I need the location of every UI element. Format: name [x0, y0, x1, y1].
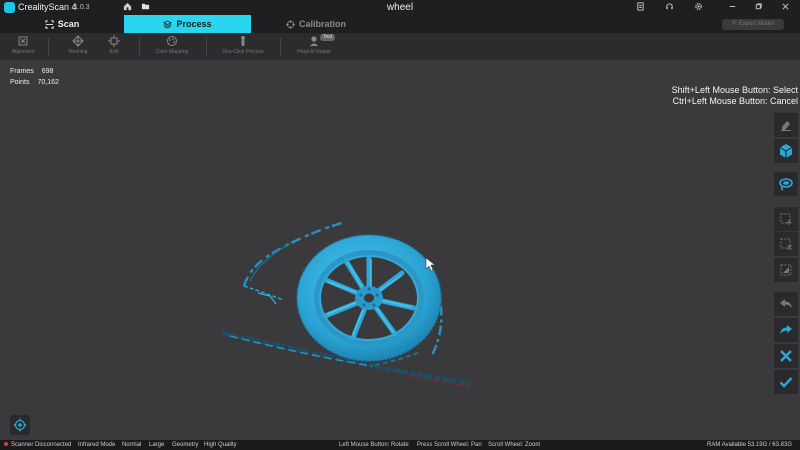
quality-mode: High Quality: [204, 442, 237, 448]
alignment-button[interactable]: Alignment: [8, 35, 38, 60]
meshing-label: Meshing: [68, 49, 88, 55]
select-hint: Shift+Left Mouse Button: Select: [671, 85, 798, 95]
zoom-hint: Scroll Wheel: Zoom: [488, 442, 541, 448]
frames-value: 698: [41, 68, 54, 75]
rotate-hint: Left Mouse Button: Rotate: [339, 442, 409, 448]
mode-bar: Scan Process Calibration ⇱ Export Model: [0, 15, 800, 33]
pan-hint: Press Scroll Wheel: Pan: [417, 442, 482, 448]
scanner-status-label: Scanner Disconnected: [11, 442, 72, 448]
edit-icon: [102, 35, 126, 49]
home-icon[interactable]: [122, 2, 133, 13]
status-bar: Scanner Disconnected Infrared Mode Norma…: [0, 440, 800, 450]
remove-selection-button[interactable]: [774, 232, 798, 256]
palette-icon: [152, 35, 192, 49]
close-icon: [780, 350, 792, 362]
head-ai-repair-label: Head AI Repair: [297, 49, 331, 55]
test-badge: Test: [320, 34, 336, 41]
wheel-point-cloud: [221, 220, 471, 387]
head-ai-repair-button[interactable]: Test Head AI Repair: [294, 34, 336, 60]
select-add-icon: [780, 213, 792, 225]
app-name: CrealityScan 4: [18, 2, 77, 12]
check-icon: [779, 377, 793, 388]
tab-calibration-label: Calibration: [298, 19, 346, 29]
tab-scan[interactable]: Scan: [0, 15, 124, 33]
gear-icon[interactable]: [693, 2, 704, 13]
export-model-button[interactable]: ⇱ Export Model: [722, 19, 784, 30]
color-mapping-label: Color Mapping: [155, 49, 189, 55]
export-model-label: Export Model: [738, 21, 775, 27]
alignment-label: Alignment: [11, 49, 35, 55]
locate-button[interactable]: [10, 415, 30, 435]
points-label: Points: [10, 79, 30, 86]
edit-button[interactable]: Edit: [102, 35, 126, 60]
close-icon[interactable]: [780, 2, 791, 13]
toolbar-divider: [280, 38, 281, 56]
scanner-status: Scanner Disconnected: [4, 440, 71, 450]
lasso-select-button[interactable]: [774, 172, 798, 196]
one-click-process-label: One-Click Process: [222, 49, 264, 55]
frames-label: Frames: [10, 68, 34, 75]
headset-icon[interactable]: [664, 2, 675, 13]
confirm-button[interactable]: [774, 370, 798, 394]
process-icon: [163, 20, 173, 29]
edit-label: Edit: [109, 49, 119, 55]
window-title: wheel: [386, 2, 414, 13]
crosshair-icon: [285, 20, 295, 29]
toolbar-divider: [139, 38, 140, 56]
undo-icon: [780, 299, 792, 308]
alignment-icon: [8, 35, 38, 49]
3d-viewport[interactable]: [0, 60, 800, 440]
app-logo: [4, 2, 15, 13]
one-click-process-button[interactable]: One-Click Process: [220, 35, 266, 60]
undo-button[interactable]: [774, 292, 798, 316]
app-version: 1.0.3: [74, 4, 90, 11]
size-large: Large: [149, 442, 165, 448]
select-remove-icon: [780, 238, 792, 250]
disconnected-dot-icon: [4, 442, 8, 446]
points-value: 70,162: [37, 79, 59, 86]
scan-icon: [45, 20, 54, 29]
scan-stats: Frames 698 Points 70,162: [10, 66, 59, 88]
cube-icon: [779, 144, 793, 158]
hand-pointer-icon: [220, 35, 266, 49]
export-icon: ⇱: [731, 21, 739, 27]
restore-icon[interactable]: [753, 2, 764, 13]
redo-icon: [780, 325, 792, 334]
process-toolbar: Alignment Meshing Edit Color Mapping One…: [0, 33, 800, 60]
folder-icon[interactable]: [140, 2, 151, 13]
eraser-button[interactable]: [774, 113, 798, 137]
meshing-icon: [62, 35, 94, 49]
tab-process[interactable]: Process: [124, 15, 251, 33]
toolbar-divider: [206, 38, 207, 56]
document-icon[interactable]: [635, 2, 646, 13]
cancel-button[interactable]: [774, 344, 798, 368]
invert-selection-button[interactable]: [774, 258, 798, 282]
minimize-icon[interactable]: [727, 2, 738, 13]
locate-icon: [13, 418, 27, 432]
cancel-hint: Ctrl+Left Mouse Button: Cancel: [672, 96, 798, 106]
geometry-mode: Geometry: [172, 442, 199, 448]
add-selection-button[interactable]: [774, 207, 798, 231]
title-bar: CrealityScan 4 1.0.3 wheel: [0, 0, 800, 15]
selection-hint: Shift+Left Mouse Button: Select Ctrl+Lef…: [672, 85, 798, 107]
cube-view-button[interactable]: [774, 139, 798, 163]
tab-scan-label: Scan: [57, 19, 80, 29]
color-mapping-button[interactable]: Color Mapping: [152, 35, 192, 60]
tab-process-label: Process: [176, 19, 212, 29]
toolbar-divider: [48, 38, 49, 56]
eraser-icon: [781, 121, 791, 131]
infrared-mode: Infrared Mode: [78, 442, 116, 448]
tab-calibration[interactable]: Calibration: [251, 15, 381, 33]
select-invert-icon: [780, 264, 792, 276]
meshing-button[interactable]: Meshing: [62, 35, 94, 60]
ram-status: RAM Available 53.19G / 63.83G: [707, 442, 792, 448]
lasso-icon: [779, 178, 793, 191]
mode-normal: Normal: [122, 442, 142, 448]
redo-button[interactable]: [774, 318, 798, 342]
